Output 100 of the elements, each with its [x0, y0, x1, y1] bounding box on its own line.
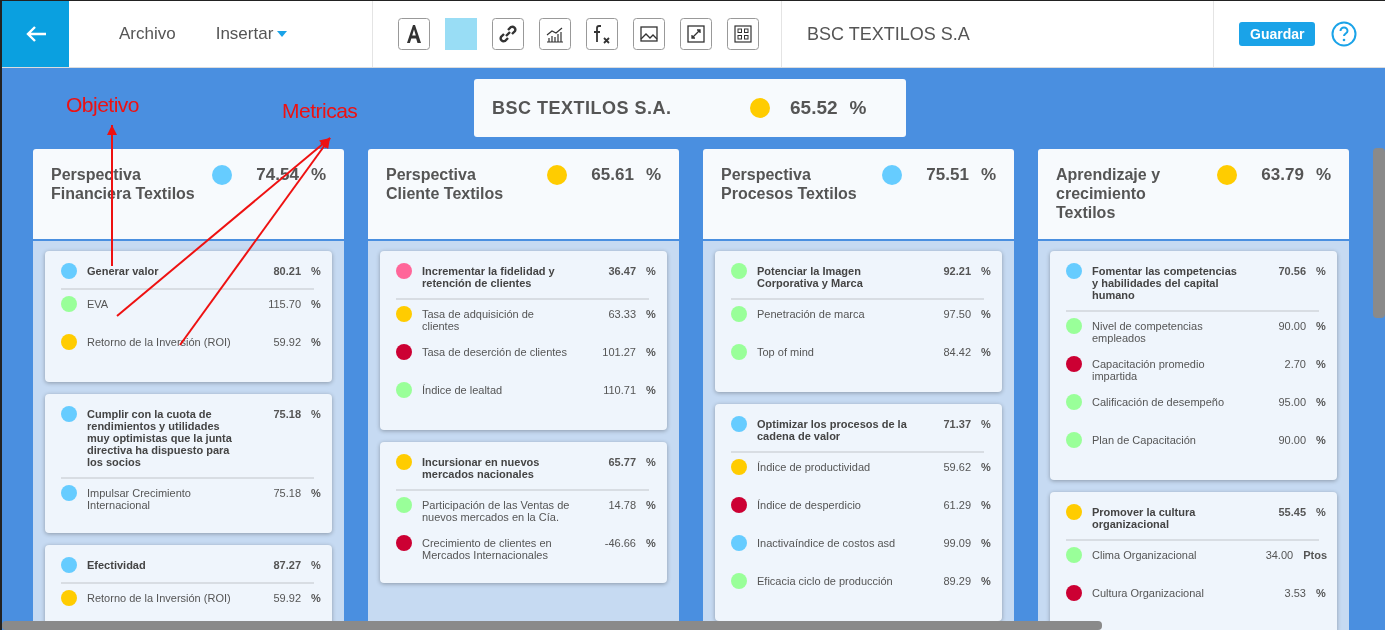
unit-label: %	[646, 537, 656, 549]
unit-label: %	[981, 308, 991, 320]
annotation-label: Metricas	[282, 99, 358, 123]
resize-icon[interactable]	[680, 18, 712, 50]
unit-label: %	[311, 336, 321, 348]
unit-label: %	[849, 97, 867, 119]
back-arrow-icon	[24, 25, 47, 43]
help-icon[interactable]	[1331, 21, 1358, 47]
text-icon[interactable]	[398, 18, 430, 50]
grid-icon[interactable]	[727, 18, 759, 50]
menu-button[interactable]: Insertar	[215, 24, 288, 44]
metric-name: Eficacia ciclo de producción	[757, 575, 894, 587]
metric-name: Tasa de adquisición de clientes	[422, 308, 535, 332]
score-value: 75.51	[925, 165, 969, 185]
unit-label: %	[311, 408, 321, 420]
metric-value: 99.09	[942, 537, 971, 549]
chart-icon[interactable]	[539, 18, 571, 50]
metric-value: 89.29	[942, 575, 971, 587]
metric-value: 59.62	[942, 461, 971, 473]
metric-name: Cultura Organizacional	[1092, 587, 1205, 599]
unit-label: %	[1316, 506, 1326, 518]
unit-label: %	[311, 265, 321, 277]
metric-value: 14.78	[607, 499, 636, 511]
objective-value: 70.56	[1277, 265, 1306, 277]
metric-value: 95.00	[1277, 396, 1306, 408]
unit-label: %	[981, 575, 991, 587]
metric-value: 3.53	[1283, 587, 1306, 599]
objective-name: Optimizar los procesos de la cadena de valor	[757, 418, 907, 442]
objective-value: 36.47	[607, 265, 636, 277]
unit-label: %	[646, 456, 656, 468]
perspective-title: Perspectiva Procesos Textilos	[721, 165, 858, 203]
metric-name: Plan de Capacitación	[1092, 434, 1197, 446]
metric-value: 2.70	[1283, 358, 1306, 370]
objective-name: Potenciar la Imagen Corporativa y Marca	[757, 265, 864, 289]
metric-name: Tasa de deserción de clientes	[422, 346, 568, 358]
metric-name: EVA	[87, 298, 110, 310]
metric-name: Participación de las Ventas de nuevos mercados en la Cía.	[422, 499, 571, 523]
horizontal-scrollbar[interactable]	[2, 621, 1102, 630]
metric-name: Clima Organizacional	[1092, 549, 1198, 561]
annotation-label: Objetivo	[66, 93, 140, 117]
link-icon[interactable]	[492, 18, 524, 50]
metric-value: 90.00	[1277, 434, 1306, 446]
formula-icon[interactable]	[586, 18, 618, 50]
unit-label: %	[645, 165, 661, 185]
metric-value: 63.33	[607, 308, 636, 320]
objective-name: Fomentar las competencias y habilidades del capital humano	[1092, 265, 1238, 301]
unit-label: %	[646, 499, 656, 511]
objective-value: 65.77	[607, 456, 636, 468]
metric-name: Impulsar Crecimiento Internacional	[87, 487, 192, 511]
metric-value: 34.00	[1264, 549, 1294, 561]
objective-value: 87.27	[272, 559, 301, 571]
metric-value: 90.00	[1277, 320, 1306, 332]
objective-value: 80.21	[272, 265, 301, 277]
metric-value: 61.29	[942, 499, 971, 511]
unit-label: %	[1316, 434, 1326, 446]
unit-label: %	[311, 592, 321, 604]
unit-label: %	[1316, 320, 1326, 332]
objective-value: 71.37	[942, 418, 971, 430]
metric-value: 110.71	[602, 384, 636, 396]
metric-name: Índice de lealtad	[422, 384, 504, 396]
perspective-title: Perspectiva Cliente Textilos	[386, 165, 505, 203]
unit-label: %	[1316, 265, 1326, 277]
color-swatch-icon[interactable]	[445, 18, 477, 50]
objective-name: Incrementar la fidelidad y retención de clientes	[422, 265, 556, 289]
unit-label: %	[1315, 165, 1331, 185]
unit-label: %	[981, 461, 991, 473]
metric-value: -46.66	[603, 537, 636, 549]
objective-name: Efectividad	[87, 559, 147, 571]
unit-label: %	[311, 298, 321, 310]
metric-name: Índice de productividad	[757, 461, 872, 473]
metric-name: Penetración de marca	[757, 308, 866, 320]
objective-value: 55.45	[1277, 506, 1306, 518]
score-value: 63.79	[1260, 165, 1304, 185]
metric-name: Retorno de la Inversión (ROI)	[87, 592, 232, 604]
metric-value: 59.92	[272, 592, 301, 604]
unit-label: %	[981, 346, 991, 358]
unit-label: %	[646, 384, 656, 396]
score-value: 65.52	[790, 97, 838, 119]
objective-name: Incursionar en nuevos mercados nacionales	[422, 456, 541, 480]
metric-name: Calificación de desempeño	[1092, 396, 1226, 408]
image-icon[interactable]	[633, 18, 665, 50]
unit-label: %	[1316, 358, 1326, 370]
metric-value: 97.50	[942, 308, 971, 320]
metric-name: Crecimiento de clientes en Mercados Internacionales	[422, 537, 553, 561]
metric-name: Inactivaíndice de costos asd	[757, 537, 897, 549]
dashboard-title: BSC TEXTILOS S.A.	[492, 97, 673, 119]
metric-value: 101.27	[601, 346, 636, 358]
document-title: BSC TEXTILOS S.A	[806, 23, 971, 45]
unit-label: %	[646, 308, 656, 320]
vertical-scrollbar[interactable]	[1373, 148, 1385, 318]
unit-label: %	[311, 487, 321, 499]
unit-label: %	[311, 559, 321, 571]
unit-label: %	[646, 346, 656, 358]
unit-label: %	[981, 418, 991, 430]
score-value: 65.61	[590, 165, 634, 185]
menu-button[interactable]: Archivo	[119, 24, 176, 44]
unit-label: %	[981, 265, 991, 277]
metric-value: 59.92	[272, 336, 301, 348]
unit-label: %	[1316, 587, 1326, 599]
unit-label: %	[981, 499, 991, 511]
